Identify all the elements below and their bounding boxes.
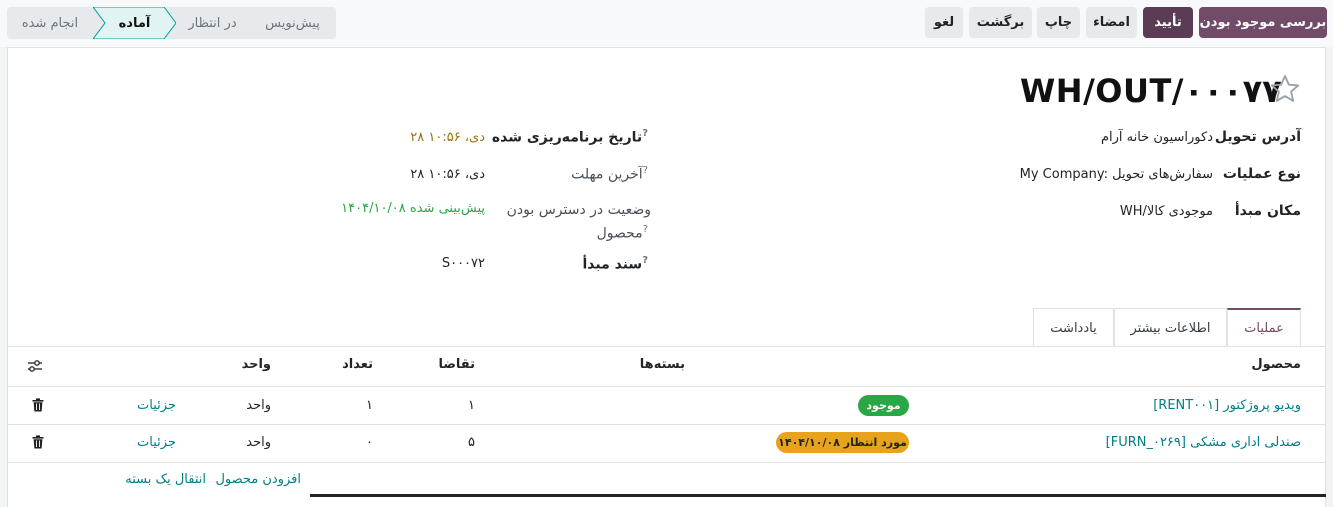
source-location-label: مکان مبدأ xyxy=(1234,203,1301,219)
add-package-link[interactable]: انتقال یک بسته xyxy=(125,472,206,487)
availability-badge: مورد انتظار ۱۴۰۴/۱۰/۰۸ xyxy=(776,432,909,453)
table-row-divider xyxy=(7,424,1326,425)
delivery-address-label: آدرس تحویل xyxy=(1214,129,1301,145)
control-panel: انجام شده آماده در انتظار پیش‌نویس لغو ب… xyxy=(0,0,1333,47)
status-stage-done[interactable]: انجام شده xyxy=(7,7,93,39)
return-button[interactable]: برگشت xyxy=(969,7,1032,38)
favorite-star-icon[interactable] xyxy=(1268,72,1302,106)
column-settings-icon[interactable] xyxy=(27,359,43,373)
availability-badge: موجود xyxy=(858,395,909,416)
row-quantity[interactable]: ۱ xyxy=(366,398,373,413)
tab-divider xyxy=(7,346,1326,347)
row-details-link[interactable]: جزئیات xyxy=(137,398,176,413)
record-title: WH/OUT/۰۰۰۷۷ xyxy=(1020,72,1282,110)
status-stage-draft[interactable]: پیش‌نویس xyxy=(249,7,336,39)
delivery-address-value[interactable]: دکوراسیون خانه آرام xyxy=(1101,130,1213,145)
add-product-link[interactable]: افزودن محصول xyxy=(215,472,301,487)
product-availability-value: ۱۴۰۴/۱۰/۰۸ پیش‌بینی شده xyxy=(341,201,485,216)
operation-type-value[interactable]: My Company: سفارش‌های تحویل xyxy=(1020,167,1213,182)
help-icon[interactable]: ? xyxy=(643,224,648,235)
status-stage-waiting[interactable]: در انتظار xyxy=(176,7,249,39)
check-availability-button[interactable]: بررسی موجود بودن xyxy=(1199,7,1327,38)
product-availability-label: وضعیت در دسترس بودن محصول? xyxy=(506,202,651,242)
row-unit: واحد xyxy=(246,435,271,450)
help-icon[interactable]: ? xyxy=(643,165,648,176)
row-details-link[interactable]: جزئیات xyxy=(137,435,176,450)
source-document-label: سند مبدأ? xyxy=(582,255,648,273)
help-icon[interactable]: ? xyxy=(642,128,648,139)
table-header-divider xyxy=(7,386,1326,387)
column-header-unit[interactable]: واحد xyxy=(242,357,271,372)
deadline-label: آخرین مهلت? xyxy=(571,165,648,183)
delete-row-icon[interactable] xyxy=(32,398,44,412)
status-bar: انجام شده آماده در انتظار پیش‌نویس xyxy=(7,7,336,39)
sign-button[interactable]: امضاء xyxy=(1086,7,1137,38)
delete-row-icon[interactable] xyxy=(32,435,44,449)
row-quantity[interactable]: ۰ xyxy=(366,435,373,450)
tab-additional-info[interactable]: اطلاعات بیشتر xyxy=(1114,308,1227,347)
print-button[interactable]: چاپ xyxy=(1037,7,1080,38)
tab-note[interactable]: یادداشت xyxy=(1033,308,1114,347)
scheduled-date-value[interactable]: ۲۸ دی، ۱۰:۵۶ xyxy=(410,130,485,145)
source-location-value[interactable]: WH/موجودی کالا xyxy=(1120,204,1213,219)
row-demand: ۱ xyxy=(468,398,475,413)
source-document-value[interactable]: S۰۰۰۷۲ xyxy=(442,256,485,271)
column-header-packages[interactable]: بسته‌ها xyxy=(640,357,685,372)
row-unit: واحد xyxy=(246,398,271,413)
scheduled-date-label: تاریخ برنامه‌ریزی شده? xyxy=(491,128,648,146)
column-header-quantity[interactable]: تعداد xyxy=(342,357,373,372)
row-demand: ۵ xyxy=(468,435,475,450)
operation-type-label: نوع عملیات xyxy=(1222,166,1301,182)
validate-button[interactable]: تأیید xyxy=(1143,7,1193,38)
status-stage-ready[interactable]: آماده xyxy=(93,7,176,39)
column-header-demand[interactable]: تقاضا xyxy=(438,357,475,372)
deadline-value[interactable]: ۲۸ دی، ۱۰:۵۶ xyxy=(410,167,485,182)
row-product[interactable]: [RENT۰۰۱] ویدیو پروژکتور xyxy=(1153,398,1301,413)
cancel-button[interactable]: لغو xyxy=(925,7,963,38)
help-icon[interactable]: ? xyxy=(642,255,648,266)
table-row-divider xyxy=(7,462,1326,463)
column-header-product[interactable]: محصول xyxy=(1251,357,1301,372)
tab-operations[interactable]: عملیات xyxy=(1227,308,1301,347)
row-product[interactable]: [FURN_۰۲۶۹] صندلی اداری مشکی xyxy=(1106,435,1301,450)
